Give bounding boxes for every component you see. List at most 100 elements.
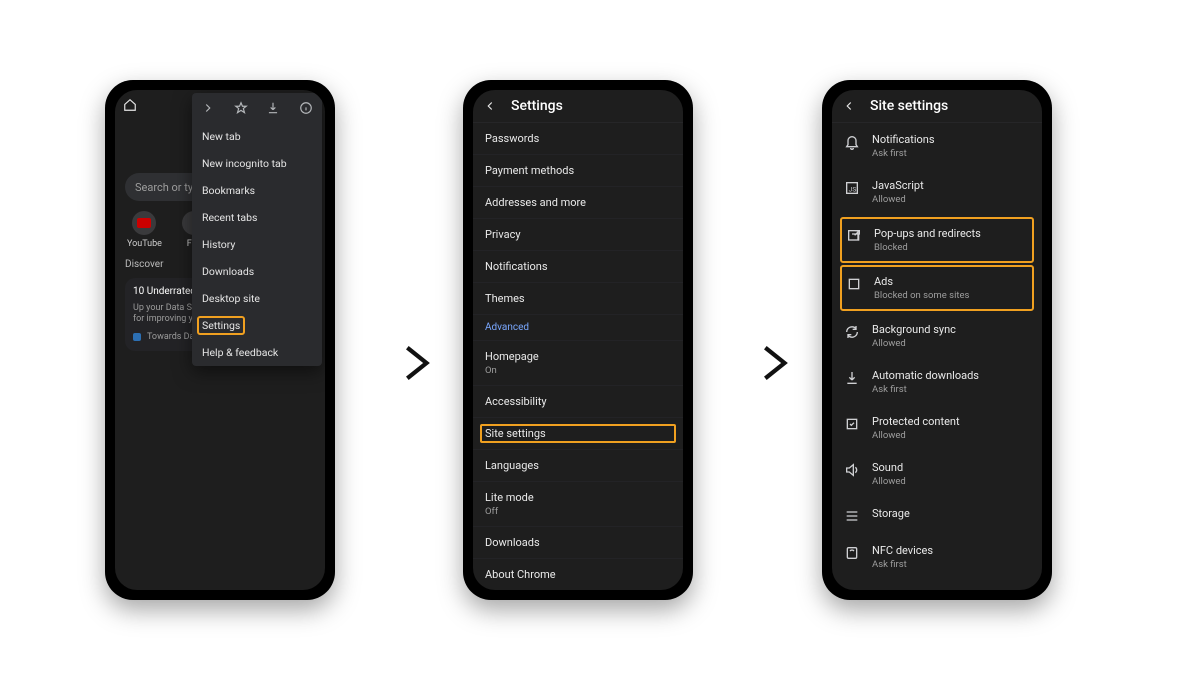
site-setting-sub: Blocked bbox=[874, 242, 981, 253]
settings-item-label: Privacy bbox=[485, 228, 671, 241]
settings-item-label: Themes bbox=[485, 292, 671, 305]
site-setting-sub: Allowed bbox=[872, 430, 960, 441]
settings-item-sub: On bbox=[485, 365, 671, 376]
menu-item-desktop-site[interactable]: Desktop site bbox=[192, 285, 322, 312]
settings-item-themes[interactable]: Themes bbox=[473, 283, 683, 315]
settings-list: Passwords Payment methods Addresses and mo… bbox=[473, 123, 683, 590]
site-setting-background-sync[interactable]: Background sync Allowed bbox=[832, 313, 1042, 359]
settings-item-label: Addresses and more bbox=[485, 196, 671, 209]
site-setting-usb[interactable]: USBAsk first bbox=[832, 580, 1042, 590]
site-setting-pop-ups-and-redirects[interactable]: Pop-ups and redirects Blocked bbox=[840, 217, 1034, 263]
site-setting-label: JavaScript bbox=[872, 179, 924, 192]
site-setting-storage[interactable]: Storage bbox=[832, 497, 1042, 534]
site-setting-automatic-downloads[interactable]: Automatic downloadsAsk first bbox=[832, 359, 1042, 405]
site-setting-label: Notifications bbox=[872, 133, 935, 146]
settings-item-payment-methods[interactable]: Payment methods bbox=[473, 155, 683, 187]
menu-item-new-incognito-tab[interactable]: New incognito tab bbox=[192, 150, 322, 177]
settings-item-notifications[interactable]: Notifications bbox=[473, 251, 683, 283]
settings-item-label: Languages bbox=[485, 459, 671, 472]
site-setting-label: Sound bbox=[872, 461, 906, 474]
info-icon[interactable] bbox=[299, 101, 313, 115]
site-setting-notifications[interactable]: Notifications Ask first bbox=[832, 123, 1042, 169]
sound-icon bbox=[844, 462, 860, 478]
back-icon[interactable] bbox=[483, 99, 497, 113]
stop-icon bbox=[846, 276, 862, 292]
settings-item-label: About Chrome bbox=[485, 568, 671, 581]
bell-icon bbox=[844, 134, 860, 150]
menu-item-downloads[interactable]: Downloads bbox=[192, 258, 322, 285]
settings-item-passwords[interactable]: Passwords bbox=[473, 123, 683, 155]
settings-item-addresses-and-more[interactable]: Addresses and more bbox=[473, 187, 683, 219]
sync-icon bbox=[844, 324, 860, 340]
js-icon: JS bbox=[844, 180, 860, 196]
phone3-screen: Site settings Notifications Ask first JS Ja… bbox=[832, 90, 1042, 590]
phone-step-2: Settings Passwords Payment methods Address… bbox=[463, 80, 693, 600]
phone1-screen: G Search or type w YouTubeFac Discover 1… bbox=[115, 90, 325, 590]
site-setting-nfc-devices[interactable]: NFC devicesAsk first bbox=[832, 534, 1042, 580]
settings-item-languages[interactable]: Languages bbox=[473, 450, 683, 482]
settings-item-lite-mode[interactable]: Lite mode Off bbox=[473, 482, 683, 527]
site-setting-label: Background sync bbox=[872, 323, 956, 336]
menu-item-new-tab[interactable]: New tab bbox=[192, 123, 322, 150]
highlighted-menu-item: Settings bbox=[197, 316, 245, 335]
settings-item-site-settings[interactable]: Site settings bbox=[473, 418, 683, 450]
site-setting-sub: Ask first bbox=[872, 148, 935, 159]
settings-item-privacy[interactable]: Privacy bbox=[473, 219, 683, 251]
settings-title: Settings bbox=[511, 98, 563, 114]
settings-item-homepage[interactable]: Homepage On bbox=[473, 341, 683, 386]
site-setting-ads[interactable]: AdsBlocked on some sites bbox=[840, 265, 1034, 311]
settings-item-label: Lite mode bbox=[485, 491, 671, 504]
three-phone-walkthrough: G Search or type w YouTubeFac Discover 1… bbox=[0, 0, 1200, 700]
settings-item-about-chrome[interactable]: About Chrome bbox=[473, 559, 683, 590]
section-header: Advanced bbox=[473, 315, 683, 341]
site-setting-sub: Ask first bbox=[872, 384, 979, 395]
settings-item-label: Notifications bbox=[485, 260, 671, 273]
site-setting-label: Ads bbox=[874, 275, 969, 288]
site-setting-label: Storage bbox=[872, 507, 910, 520]
popup-icon bbox=[846, 228, 862, 244]
settings-item-label: Payment methods bbox=[485, 164, 671, 177]
download-icon bbox=[844, 370, 860, 386]
menu-item-help-feedback[interactable]: Help & feedback bbox=[192, 339, 322, 366]
site-setting-sound[interactable]: Sound Allowed bbox=[832, 451, 1042, 497]
site-setting-sub: Allowed bbox=[872, 338, 956, 349]
menu-item-settings[interactable]: Settings bbox=[192, 312, 322, 339]
home-icon[interactable] bbox=[123, 98, 137, 112]
settings-item-accessibility[interactable]: Accessibility bbox=[473, 386, 683, 418]
shortcut-chip[interactable]: YouTube bbox=[127, 211, 162, 249]
menu-item-history[interactable]: History bbox=[192, 231, 322, 258]
back-icon[interactable] bbox=[842, 99, 856, 113]
source-favicon bbox=[133, 333, 141, 341]
chip-label: YouTube bbox=[127, 239, 162, 249]
protect-icon bbox=[844, 416, 860, 432]
star-icon[interactable] bbox=[234, 101, 248, 115]
menu-top-icons bbox=[192, 93, 322, 123]
site-setting-protected-content[interactable]: Protected content Allowed bbox=[832, 405, 1042, 451]
site-setting-sub: Allowed bbox=[872, 476, 906, 487]
site-setting-label: Pop-ups and redirects bbox=[874, 227, 981, 240]
settings-item-label: Downloads bbox=[485, 536, 671, 549]
settings-item-sub: Off bbox=[485, 506, 671, 517]
settings-item-label: Site settings bbox=[480, 424, 676, 443]
step-arrow-2 bbox=[750, 340, 796, 386]
menu-item-bookmarks[interactable]: Bookmarks bbox=[192, 177, 322, 204]
settings-item-label: Passwords bbox=[485, 132, 671, 145]
menu-item-recent-tabs[interactable]: Recent tabs bbox=[192, 204, 322, 231]
youtube-icon bbox=[132, 211, 156, 235]
site-setting-javascript[interactable]: JS JavaScript Allowed bbox=[832, 169, 1042, 215]
site-setting-label: Protected content bbox=[872, 415, 960, 428]
forward-icon[interactable] bbox=[201, 101, 215, 115]
chrome-overflow-menu: New tabNew incognito tabBookmarksRecent … bbox=[192, 93, 322, 366]
settings-item-downloads[interactable]: Downloads bbox=[473, 527, 683, 559]
site-settings-header: Site settings bbox=[832, 90, 1042, 123]
storage-icon bbox=[844, 508, 860, 524]
nfc-icon bbox=[844, 545, 860, 561]
site-setting-label: NFC devices bbox=[872, 544, 933, 557]
download-icon[interactable] bbox=[266, 101, 280, 115]
settings-header: Settings bbox=[473, 90, 683, 123]
site-setting-sub: Allowed bbox=[872, 194, 924, 205]
site-settings-title: Site settings bbox=[870, 98, 948, 114]
settings-item-label: Homepage bbox=[485, 350, 671, 363]
phone-step-3: Site settings Notifications Ask first JS Ja… bbox=[822, 80, 1052, 600]
site-settings-list: Notifications Ask first JS JavaScript Allowe… bbox=[832, 123, 1042, 590]
